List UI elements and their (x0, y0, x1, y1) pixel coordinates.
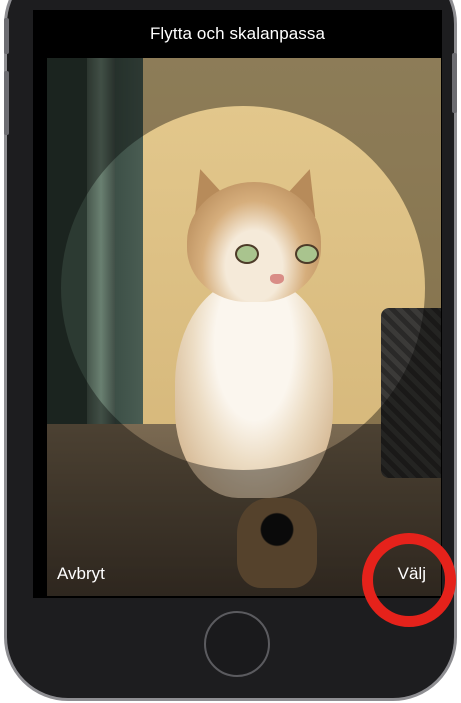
cancel-button[interactable]: Avbryt (51, 560, 111, 588)
highlight-circle-annotation (362, 533, 456, 627)
screen: Flytta och skalanpassa Avbryt Välj (33, 10, 442, 598)
title-bar: Flytta och skalanpassa (33, 10, 442, 58)
mute-switch (4, 18, 9, 54)
crop-circle[interactable] (61, 106, 425, 470)
power-button (452, 53, 457, 113)
photo-crop-area[interactable] (47, 58, 441, 596)
home-button[interactable] (204, 611, 270, 677)
page-title: Flytta och skalanpassa (149, 24, 326, 43)
volume-button (4, 71, 9, 135)
